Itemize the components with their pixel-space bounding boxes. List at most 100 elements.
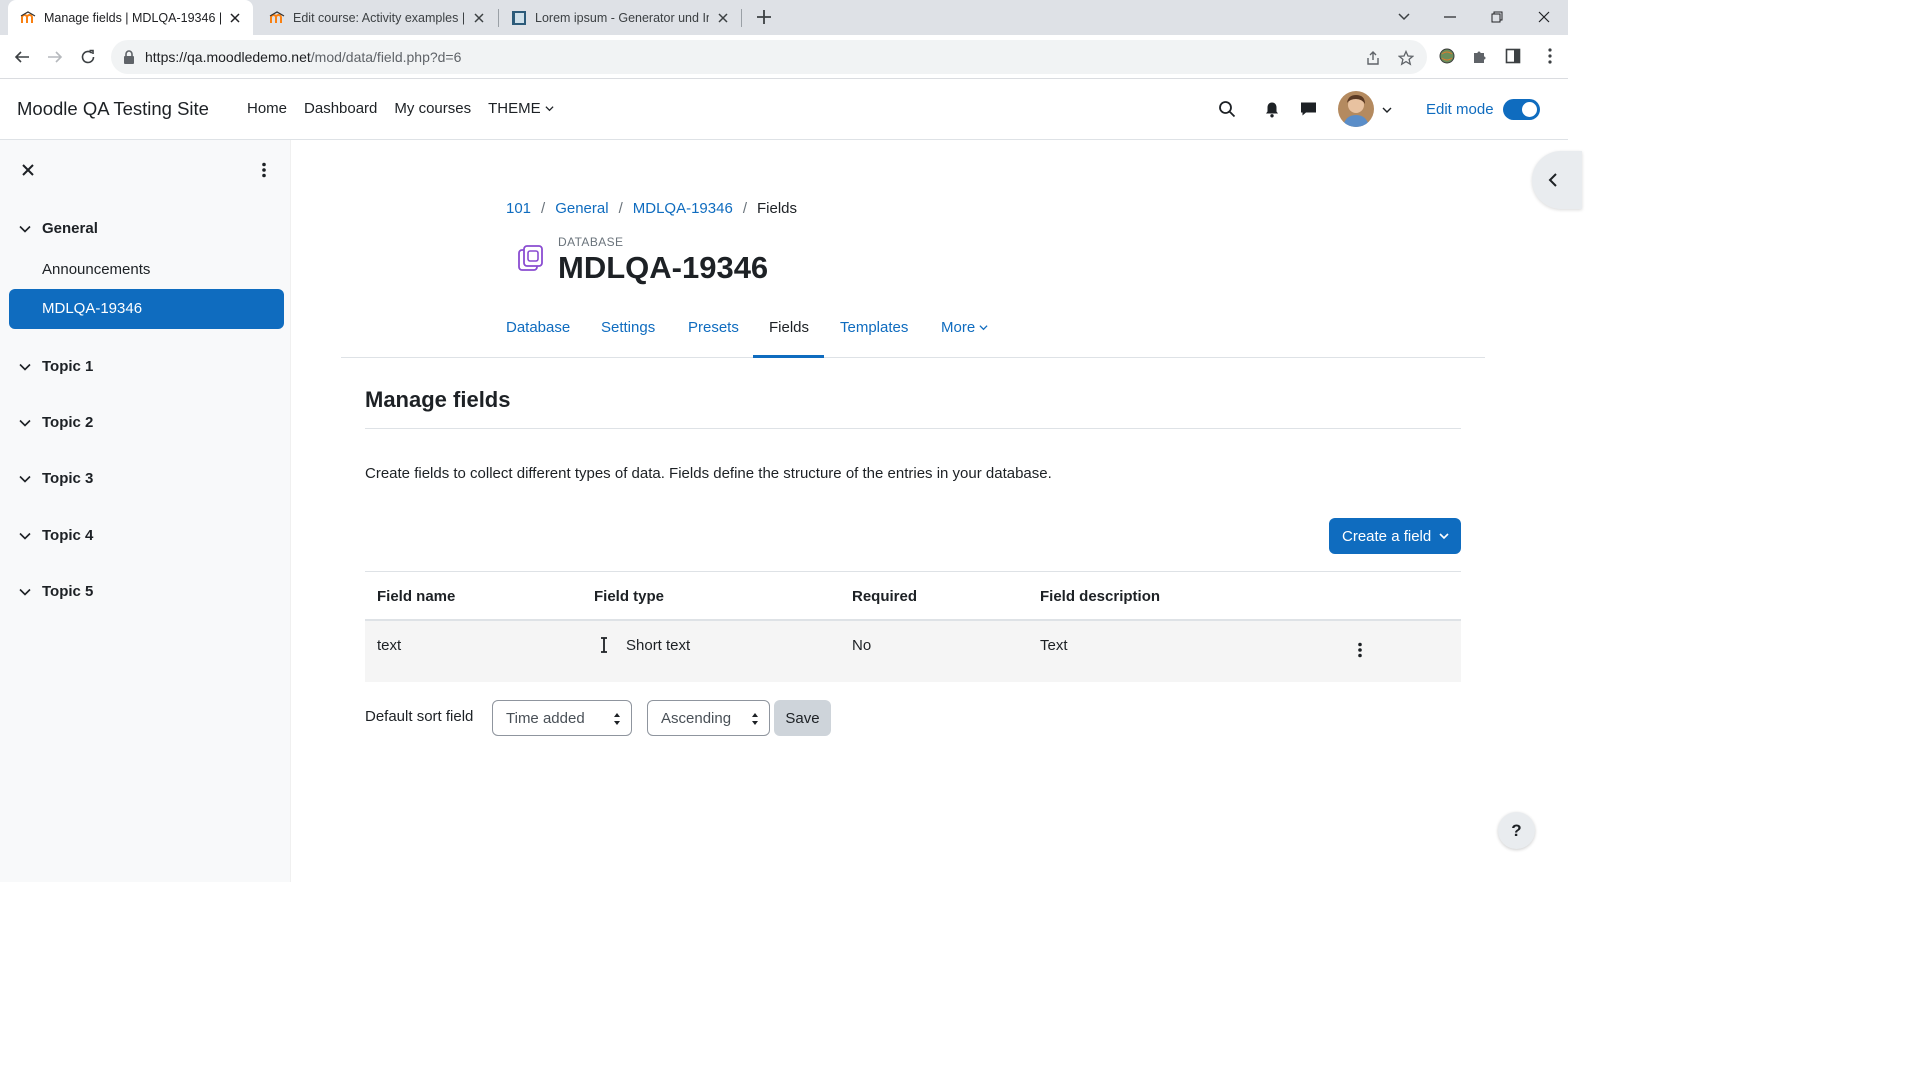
cell-required: No [852,637,872,654]
kebab-menu-icon[interactable] [254,160,274,180]
messages-chat-icon[interactable] [1297,98,1319,120]
select-updown-icon [614,713,620,725]
cell-field-description: Text [1040,637,1068,654]
tab-database[interactable]: Database [506,319,570,336]
tab-title: Edit course: Activity examples | M [293,10,465,25]
breadcrumb-separator: / [618,200,623,217]
url-path: /mod/data/field.php?d=6 [310,49,462,65]
chevron-down-icon[interactable] [18,360,32,374]
browser-toolbar: https://qa.moodledemo.net/mod/data/field… [0,35,1568,79]
bookmark-star-icon[interactable] [1396,48,1416,68]
chevron-down-icon[interactable] [18,529,32,543]
tab-separator [741,9,742,27]
breadcrumb-section[interactable]: General [555,200,608,217]
nav-home[interactable]: Home [247,100,287,117]
search-icon[interactable] [1216,98,1238,120]
edit-mode-label: Edit mode [1426,101,1494,118]
tab-settings[interactable]: Settings [601,319,655,336]
browser-tab-manage-fields[interactable]: Manage fields | MDLQA-19346 | M [8,0,253,35]
extension-globe-icon[interactable] [1437,46,1457,66]
side-panel-icon[interactable] [1503,46,1523,66]
site-name[interactable]: Moodle QA Testing Site [17,98,209,120]
back-arrow-icon[interactable] [10,45,34,69]
column-header-required: Required [852,588,918,605]
share-icon[interactable] [1363,48,1383,68]
user-menu-chevron-icon[interactable] [1382,106,1392,114]
tab-presets[interactable]: Presets [688,319,739,336]
secondary-navigation: Database Settings Presets Fields Templat… [341,306,1485,358]
moodle-icon [20,10,36,23]
browser-tab-edit-course[interactable]: Edit course: Activity examples | M [257,0,497,35]
close-icon[interactable] [18,160,38,180]
chevron-down-icon[interactable] [18,585,32,599]
document-icon [512,10,526,25]
course-index-activity-current[interactable]: MDLQA-19346 [9,289,284,329]
sort-field-value: Time added [506,710,585,727]
minimize-icon[interactable] [1439,6,1461,28]
default-sort-label: Default sort field [365,708,474,725]
table-header: Field name Field type Required Field des… [365,571,1461,621]
nav-my-courses[interactable]: My courses [394,100,471,117]
save-button[interactable]: Save [774,700,831,736]
row-actions-kebab-icon[interactable] [1353,642,1367,662]
course-section-topic-4[interactable]: Topic 4 [18,527,93,544]
nav-theme-label: THEME [488,100,541,117]
breadcrumb-current: Fields [756,200,797,217]
close-icon[interactable] [227,10,243,26]
course-section-topic-2[interactable]: Topic 2 [18,414,93,431]
close-icon[interactable] [471,10,487,26]
breadcrumb-course[interactable]: 101 [506,200,531,217]
page-title: MDLQA-19346 [558,250,769,285]
browser-tab-lorem-ipsum[interactable]: Lorem ipsum - Generator und Info [499,0,741,35]
help-button[interactable]: ? [1498,812,1535,849]
tab-title: Manage fields | MDLQA-19346 | M [44,10,221,25]
module-type-label: DATABASE [558,235,624,249]
sort-order-select[interactable]: Ascending [647,700,770,736]
open-block-drawer-button[interactable] [1532,151,1582,209]
moodle-navbar: Moodle QA Testing Site Home Dashboard My… [0,79,1568,140]
tab-fields[interactable]: Fields [769,319,809,336]
primary-navigation: Home Dashboard My courses THEME [247,100,571,117]
section-heading: Manage fields [365,387,511,412]
divider [365,428,1461,429]
tab-search-chevron-icon[interactable] [1393,6,1415,28]
course-section-topic-1[interactable]: Topic 1 [18,358,93,375]
course-section-general[interactable]: General [18,220,98,237]
breadcrumb-separator: / [742,200,747,217]
close-window-icon[interactable] [1533,6,1555,28]
restore-icon[interactable] [1486,6,1508,28]
close-icon[interactable] [715,10,731,26]
forward-arrow-icon[interactable] [43,45,67,69]
nav-theme-menu[interactable]: THEME [488,100,554,117]
section-label: Topic 4 [42,527,94,544]
reload-icon[interactable] [76,45,100,69]
nav-dashboard[interactable]: Dashboard [304,100,377,117]
tab-more[interactable]: More [941,319,988,336]
address-bar[interactable]: https://qa.moodledemo.net/mod/data/field… [111,40,1427,74]
breadcrumb-activity[interactable]: MDLQA-19346 [633,200,733,217]
sort-field-select[interactable]: Time added [492,700,632,736]
moodle-icon [269,10,285,23]
toggle-knob [1522,102,1537,117]
chevron-down-icon [1439,533,1449,540]
notification-bell-icon[interactable] [1261,98,1283,120]
edit-mode-toggle[interactable] [1503,99,1540,120]
column-header-field-description: Field description [1040,588,1161,605]
course-section-topic-5[interactable]: Topic 5 [18,583,93,600]
course-index-activity-announcements[interactable]: Announcements [42,261,150,278]
browser-tab-strip: Manage fields | MDLQA-19346 | M Edit cou… [0,0,1568,35]
course-section-topic-3[interactable]: Topic 3 [18,470,93,487]
extensions-puzzle-icon[interactable] [1470,46,1490,66]
tab-templates[interactable]: Templates [840,319,908,336]
sort-order-value: Ascending [661,710,732,727]
new-tab-plus-icon[interactable] [754,7,774,27]
avatar[interactable] [1338,91,1374,127]
chevron-down-icon[interactable] [18,472,32,486]
active-tab-indicator [753,355,824,358]
column-header-field-type: Field type [594,588,665,605]
chevron-down-icon[interactable] [18,416,32,430]
chevron-down-icon[interactable] [18,222,32,236]
create-field-button[interactable]: Create a field [1329,518,1461,554]
database-module-icon [518,245,543,271]
browser-menu-icon[interactable] [1540,46,1560,66]
